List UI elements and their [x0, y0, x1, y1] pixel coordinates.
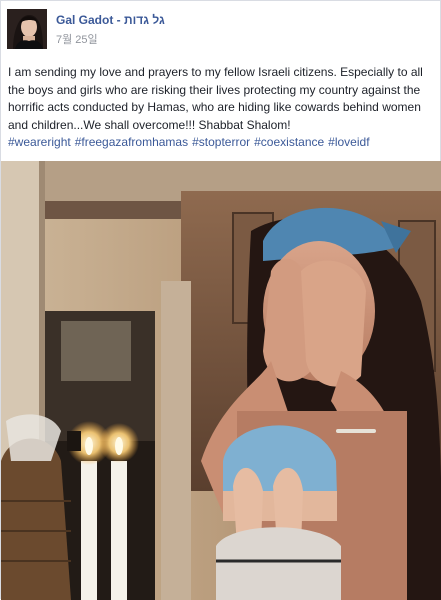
- hashtag-list: #weareright #freegazafromhamas #stopterror…: [8, 134, 436, 152]
- post-body: I am sending my love and prayers to my f…: [8, 64, 436, 152]
- post-photo[interactable]: [1, 161, 441, 600]
- post-timestamp-link[interactable]: 7월 25일: [56, 31, 98, 47]
- hashtag-stopterror[interactable]: #stopterror: [192, 135, 250, 149]
- post-message: I am sending my love and prayers to my f…: [8, 65, 423, 132]
- profile-avatar[interactable]: [7, 9, 47, 49]
- author-name-link[interactable]: Gal Gadot - גל גדות: [56, 13, 165, 27]
- photo-image: [1, 161, 441, 600]
- hashtag-weareright[interactable]: #weareright: [8, 135, 71, 149]
- hashtag-loveidf[interactable]: #loveidf: [328, 135, 369, 149]
- post-card: Gal Gadot - גל גדות 7월 25일 I am sending …: [0, 0, 441, 600]
- hashtag-freegazafromhamas[interactable]: #freegazafromhamas: [75, 135, 188, 149]
- hashtag-coexistance[interactable]: #coexistance: [254, 135, 324, 149]
- avatar-image: [7, 9, 47, 49]
- post-header: Gal Gadot - גל גדות 7월 25일: [7, 9, 427, 49]
